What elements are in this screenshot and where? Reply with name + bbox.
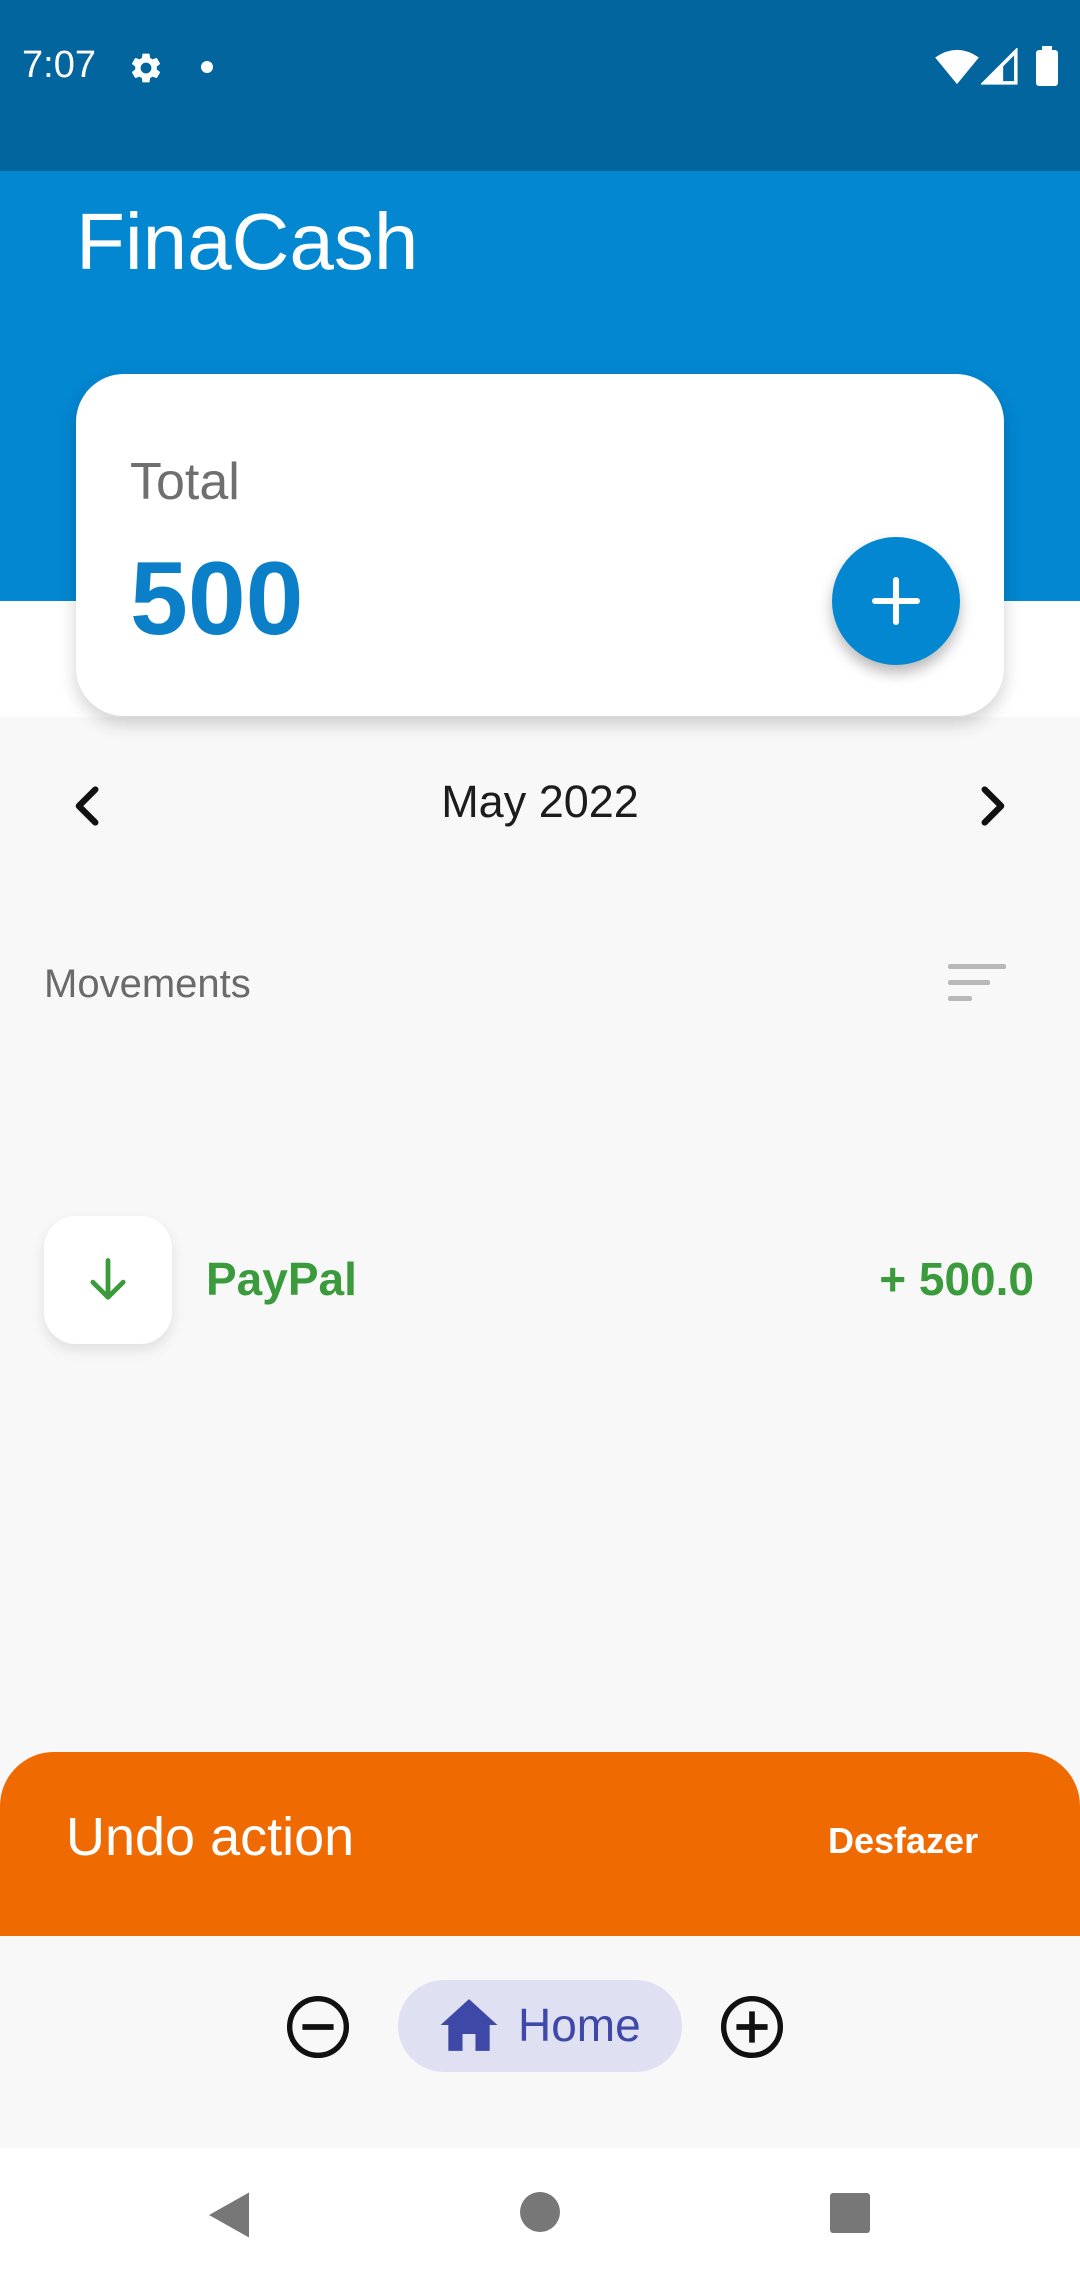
signal-icon (981, 48, 1018, 85)
total-value: 500 (130, 541, 304, 657)
notification-dot-icon (201, 61, 213, 73)
total-label: Total (130, 453, 240, 511)
recents-icon[interactable] (830, 2193, 870, 2233)
snackbar-message: Undo action (66, 1807, 355, 1867)
movements-header: Movements (44, 962, 251, 1006)
minus-circle-icon[interactable] (284, 1993, 352, 2061)
home-icon (440, 1999, 498, 2051)
back-icon[interactable] (204, 2190, 254, 2240)
home-circle-icon[interactable] (520, 2192, 560, 2232)
add-movement-button[interactable] (832, 537, 960, 665)
plus-icon (871, 576, 921, 626)
movement-type-badge (44, 1216, 172, 1344)
movement-amount: + 500.0 (879, 1253, 1034, 1305)
battery-icon (1036, 46, 1058, 86)
sort-icon[interactable] (948, 962, 1006, 1004)
arrow-down-icon (90, 1258, 126, 1300)
app-title: FinaCash (76, 197, 419, 286)
undo-button[interactable]: Desfazer (828, 1820, 978, 1862)
nav-home-label: Home (518, 1999, 641, 2051)
wifi-icon (935, 49, 979, 85)
movement-name: PayPal (206, 1253, 357, 1305)
status-time: 7:07 (22, 44, 96, 86)
gear-icon (131, 53, 161, 83)
plus-circle-icon[interactable] (718, 1993, 786, 2061)
month-label: May 2022 (441, 776, 639, 827)
next-month-button[interactable] (970, 780, 1014, 832)
